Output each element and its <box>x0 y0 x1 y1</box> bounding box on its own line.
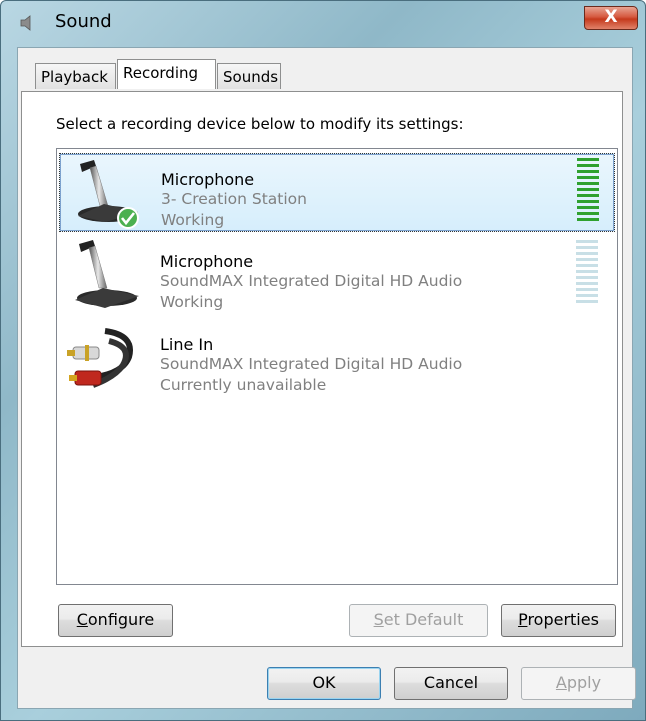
recording-device-list[interactable]: Microphone 3- Creation Station Working M… <box>56 148 618 585</box>
meter-segment <box>577 194 599 197</box>
speaker-icon <box>20 15 31 31</box>
device-row[interactable]: Microphone SoundMAX Integrated Digital H… <box>59 236 615 315</box>
apply-button[interactable]: Apply <box>521 667 636 700</box>
meter-segment <box>577 170 599 173</box>
meter-segment <box>576 294 598 297</box>
meter-segment <box>577 218 599 221</box>
meter-segment <box>577 206 599 209</box>
device-name: Microphone <box>161 170 255 189</box>
tab-sounds[interactable]: Sounds <box>217 63 281 89</box>
meter-segment <box>577 200 599 203</box>
rca-cable-icon <box>67 328 133 388</box>
meter-segment <box>577 212 599 215</box>
meter-segment <box>576 258 598 261</box>
title-bar[interactable]: Sound X <box>1 1 645 47</box>
device-description: 3- Creation Station <box>161 190 307 208</box>
meter-segment <box>577 182 599 185</box>
meter-segment <box>576 300 598 303</box>
meter-segment <box>577 164 599 167</box>
device-row[interactable]: Microphone 3- Creation Station Working <box>59 153 615 232</box>
tab-playback[interactable]: Playback <box>35 63 116 89</box>
device-description: SoundMAX Integrated Digital HD Audio <box>160 272 463 290</box>
configure-button[interactable]: Configure <box>58 604 173 637</box>
meter-segment <box>576 240 598 243</box>
cancel-button[interactable]: Cancel <box>394 667 508 700</box>
device-row[interactable]: Line In SoundMAX Integrated Digital HD A… <box>59 319 615 398</box>
meter-segment <box>577 158 599 161</box>
level-meter <box>576 240 598 306</box>
device-status: Working <box>161 211 225 229</box>
meter-segment <box>577 188 599 191</box>
window-title: Sound <box>55 11 112 32</box>
meter-segment <box>576 264 598 267</box>
set-default-button[interactable]: Set Default <box>349 604 488 637</box>
device-status: Currently unavailable <box>160 376 327 394</box>
ok-button[interactable]: OK <box>267 667 381 700</box>
meter-segment <box>576 246 598 249</box>
level-meter <box>577 158 599 224</box>
meter-segment <box>576 270 598 273</box>
meter-segment <box>577 176 599 179</box>
properties-button[interactable]: Properties <box>501 604 616 637</box>
device-name: Microphone <box>160 252 254 271</box>
sound-dialog: Sound X Playback Recording Sounds Select… <box>0 0 646 721</box>
close-button[interactable]: X <box>584 6 638 30</box>
instructions-label: Select a recording device below to modif… <box>56 115 464 133</box>
microphone-icon <box>78 160 139 229</box>
meter-segment <box>576 282 598 285</box>
device-status: Working <box>160 293 224 311</box>
device-name: Line In <box>160 335 214 354</box>
microphone-icon <box>75 240 139 308</box>
recording-panel: Select a recording device below to modif… <box>21 91 623 647</box>
meter-segment <box>576 288 598 291</box>
meter-segment <box>576 252 598 255</box>
close-icon: X <box>604 7 618 27</box>
tab-recording[interactable]: Recording <box>117 59 216 89</box>
meter-segment <box>576 276 598 279</box>
device-description: SoundMAX Integrated Digital HD Audio <box>160 355 463 373</box>
